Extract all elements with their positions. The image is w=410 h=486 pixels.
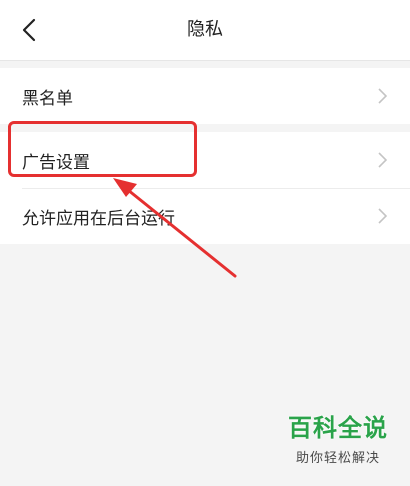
ad-settings-label: 广告设置 xyxy=(22,152,90,173)
blacklist-label: 黑名单 xyxy=(22,88,73,109)
watermark-subtitle: 助你轻松解决 xyxy=(295,451,380,466)
chevron-left-icon xyxy=(22,18,36,42)
chevron-right-icon xyxy=(376,151,388,169)
chevron-right-icon xyxy=(376,207,388,225)
settings-group-primary: 黑名单 xyxy=(0,68,410,124)
chevron-right-icon xyxy=(376,87,388,105)
top-bar: 隐私 xyxy=(0,0,410,61)
watermark: 百科全说 助你轻松解决 xyxy=(278,408,398,478)
ad-settings-row[interactable]: 广告设置 xyxy=(0,132,410,188)
back-button[interactable] xyxy=(14,14,44,46)
background-run-label: 允许应用在后台运行 xyxy=(22,208,175,229)
settings-group-secondary: 广告设置 允许应用在后台运行 xyxy=(0,132,410,244)
blacklist-row[interactable]: 黑名单 xyxy=(0,68,410,124)
background-run-row[interactable]: 允许应用在后台运行 xyxy=(0,188,410,244)
page-title: 隐私 xyxy=(187,19,223,40)
watermark-title: 百科全说 xyxy=(288,414,388,442)
